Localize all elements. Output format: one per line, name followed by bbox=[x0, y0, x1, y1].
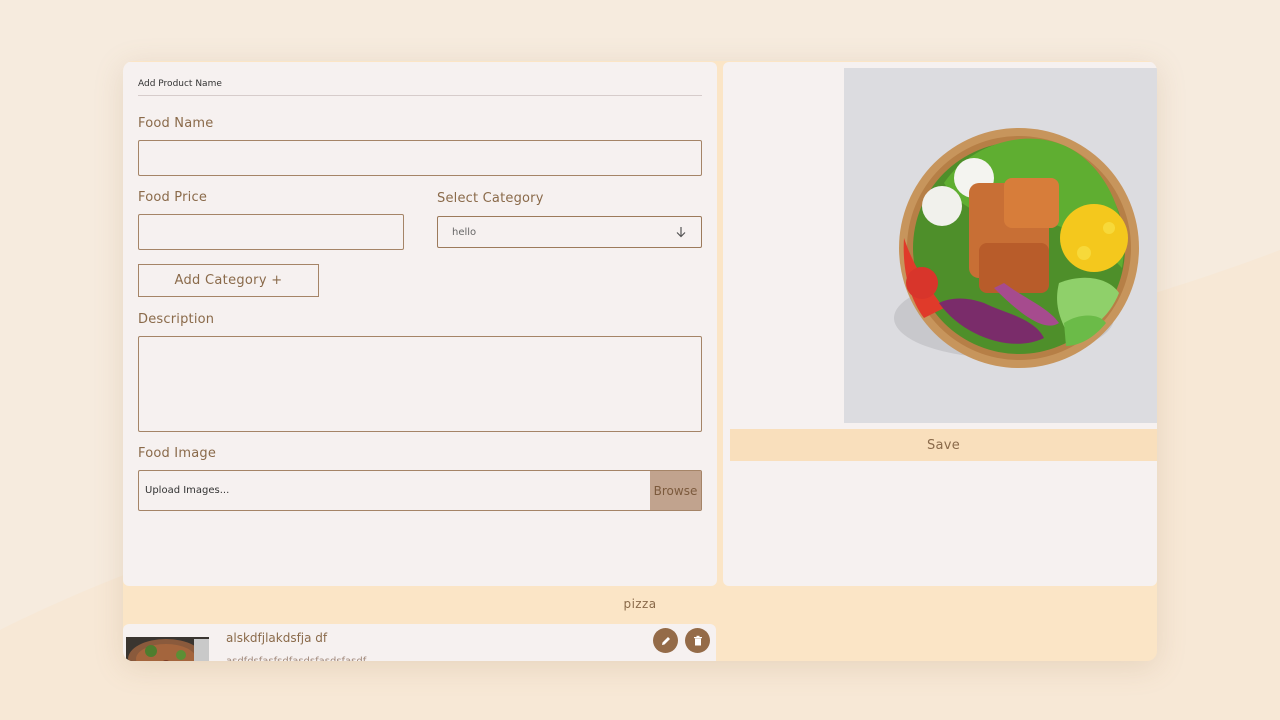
product-thumbnail bbox=[126, 637, 209, 661]
food-price-input[interactable] bbox=[138, 214, 404, 250]
description-label: Description bbox=[138, 312, 215, 327]
app-window: Add Product Name Food Name Food Price Se… bbox=[123, 61, 1157, 661]
add-category-button[interactable]: Add Category + bbox=[138, 264, 319, 297]
save-button[interactable]: Save bbox=[730, 429, 1157, 461]
food-name-label: Food Name bbox=[138, 116, 214, 131]
food-price-label: Food Price bbox=[138, 190, 208, 205]
food-preview-image bbox=[844, 68, 1157, 423]
food-image-label: Food Image bbox=[138, 446, 217, 461]
product-name: alskdfjlakdsfja df bbox=[226, 631, 328, 645]
category-select-value: hello bbox=[452, 226, 477, 238]
image-preview-panel: Save bbox=[723, 62, 1157, 586]
category-section-title: pizza bbox=[623, 597, 657, 611]
product-form-panel: Add Product Name Food Name Food Price Se… bbox=[123, 62, 717, 586]
edit-button[interactable] bbox=[653, 628, 678, 653]
browse-button[interactable]: Browse bbox=[650, 471, 701, 510]
upload-placeholder: Upload Images... bbox=[145, 485, 230, 496]
description-textarea[interactable] bbox=[138, 336, 702, 432]
delete-icon bbox=[693, 635, 702, 645]
product-card[interactable]: alskdfjlakdsfja df asdfdsfasfsdfasdsfasd… bbox=[123, 624, 716, 661]
category-select[interactable]: hello bbox=[437, 216, 702, 248]
image-upload-field[interactable]: Upload Images... Browse bbox=[138, 470, 702, 511]
select-category-label: Select Category bbox=[437, 191, 544, 206]
food-name-input[interactable] bbox=[138, 140, 702, 176]
delete-button[interactable] bbox=[685, 628, 710, 653]
form-heading: Add Product Name bbox=[138, 79, 222, 89]
heading-divider bbox=[138, 95, 702, 96]
edit-icon bbox=[661, 636, 670, 645]
product-description: asdfdsfasfsdfasdsfasdsfasdf bbox=[226, 656, 366, 661]
arrow-down-icon bbox=[676, 227, 686, 238]
